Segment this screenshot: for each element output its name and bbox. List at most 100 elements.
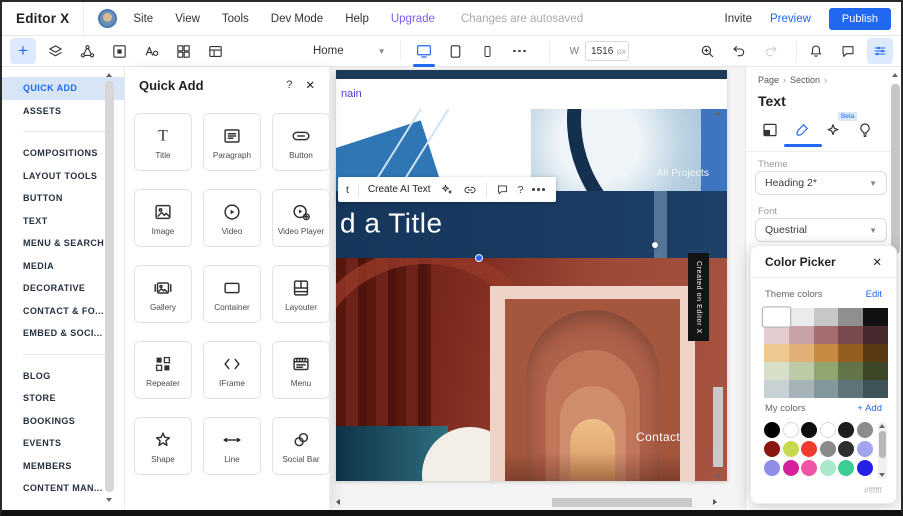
my-color-dot[interactable]: [764, 441, 780, 457]
hero-image-right[interactable]: All Projects: [531, 109, 727, 191]
scroll-up-icon[interactable]: [879, 424, 885, 428]
theme-color-swatch[interactable]: [838, 344, 864, 362]
my-colors-scrollbar[interactable]: [878, 422, 887, 479]
close-icon[interactable]: ✕: [305, 78, 315, 92]
theme-color-swatch[interactable]: [788, 344, 814, 362]
quick-add-item-gallery[interactable]: Gallery: [134, 265, 192, 323]
quick-add-item-title[interactable]: T Title: [134, 113, 192, 171]
page-selector[interactable]: Home ▼: [313, 45, 386, 57]
undo-button[interactable]: [726, 38, 752, 64]
my-color-dot[interactable]: [801, 441, 817, 457]
my-color-dot[interactable]: [838, 422, 854, 438]
theme-color-swatch[interactable]: [813, 308, 839, 326]
my-color-dot[interactable]: [838, 460, 854, 476]
theme-color-swatch[interactable]: [764, 344, 789, 362]
comment-icon[interactable]: [496, 183, 509, 196]
canvas-horizontal-scrollbar[interactable]: [336, 497, 717, 508]
created-on-editor-x-badge[interactable]: Created on Editor X: [688, 253, 709, 341]
scroll-left-icon[interactable]: [336, 499, 340, 505]
redo-button[interactable]: [758, 38, 784, 64]
theme-color-swatch[interactable]: [863, 326, 888, 344]
my-color-dot[interactable]: [782, 422, 799, 438]
zoom-button[interactable]: [694, 38, 720, 64]
quick-add-item-menu[interactable]: Menu: [272, 341, 330, 399]
quick-add-item-image[interactable]: Image: [134, 189, 192, 247]
quick-add-item-repeater[interactable]: Repeater: [134, 341, 192, 399]
scroll-down-icon[interactable]: [879, 473, 885, 477]
breakpoint-more-button[interactable]: [507, 38, 533, 64]
selection-handle[interactable]: [652, 242, 658, 248]
close-icon[interactable]: ✕: [872, 255, 882, 269]
my-color-dot[interactable]: [801, 460, 817, 476]
menu-upgrade[interactable]: Upgrade: [391, 13, 435, 25]
theme-color-swatch[interactable]: [838, 380, 864, 398]
quick-add-item-iframe[interactable]: IFrame: [203, 341, 261, 399]
breakpoint-desktop-button[interactable]: [411, 36, 437, 67]
my-color-dot[interactable]: [782, 460, 799, 476]
settings-panel-button[interactable]: [867, 38, 893, 64]
theme-color-swatch[interactable]: [838, 362, 864, 380]
quick-add-item-video-player[interactable]: Video Player: [272, 189, 330, 247]
link-icon[interactable]: [463, 183, 477, 197]
help-icon[interactable]: ?: [518, 184, 524, 196]
ai-spark-icon[interactable]: [440, 183, 454, 197]
theme-color-swatch[interactable]: [863, 362, 888, 380]
theme-color-swatch[interactable]: [788, 308, 814, 326]
arches-section[interactable]: Contact: [336, 258, 727, 481]
scroll-up-icon[interactable]: [106, 73, 112, 77]
canvas-vertical-scrollbar[interactable]: [712, 111, 724, 478]
tab-ai[interactable]: Beta: [821, 112, 858, 141]
breadcrumb-page[interactable]: Page: [758, 75, 779, 85]
my-color-dot[interactable]: [856, 441, 873, 457]
preview-button[interactable]: Preview: [770, 13, 811, 25]
scroll-up-icon[interactable]: [714, 111, 721, 115]
breakpoint-mobile-button[interactable]: [475, 36, 501, 67]
contact-link[interactable]: Contact: [636, 430, 680, 444]
theme-color-swatch[interactable]: [764, 380, 789, 398]
theme-color-swatch[interactable]: [813, 326, 839, 344]
hero-caption[interactable]: All Projects: [656, 167, 709, 179]
menu-view[interactable]: View: [175, 13, 200, 25]
menu-site[interactable]: Site: [133, 13, 153, 25]
theme-color-swatch[interactable]: [863, 380, 888, 398]
notifications-button[interactable]: [803, 38, 829, 64]
theme-color-swatch[interactable]: [813, 362, 839, 380]
menu-dev-mode[interactable]: Dev Mode: [271, 13, 323, 25]
edit-theme-colors-link[interactable]: Edit: [866, 289, 882, 300]
tab-ideas[interactable]: [853, 119, 877, 141]
arch-image[interactable]: [490, 286, 695, 481]
quick-add-item-layouter[interactable]: Layouter: [272, 265, 330, 323]
my-color-dot[interactable]: [819, 460, 836, 476]
my-color-dot[interactable]: [819, 441, 836, 457]
theme-color-swatch[interactable]: [764, 326, 789, 344]
layout-tools-button[interactable]: [202, 38, 228, 64]
add-color-link[interactable]: + Add: [857, 403, 882, 414]
domain-link[interactable]: nain: [341, 88, 362, 100]
spaces-button[interactable]: [74, 38, 100, 64]
my-color-dot[interactable]: [856, 460, 873, 476]
breadcrumb-section[interactable]: Section: [790, 75, 820, 85]
theme-color-swatch[interactable]: [788, 326, 814, 344]
user-avatar[interactable]: [98, 9, 118, 28]
my-color-dot[interactable]: [764, 422, 780, 438]
publish-button[interactable]: Publish: [828, 7, 891, 30]
create-ai-text-button[interactable]: Create AI Text: [368, 184, 431, 195]
site-preview[interactable]: nain All Projects d a Title Contact: [336, 70, 727, 481]
comments-button[interactable]: [835, 38, 861, 64]
menu-help[interactable]: Help: [345, 13, 369, 25]
font-dropdown[interactable]: Questrial ▼: [755, 218, 887, 242]
toolbar-fragment[interactable]: t: [346, 184, 349, 196]
layers-button[interactable]: [42, 38, 68, 64]
scroll-down-icon[interactable]: [714, 474, 721, 478]
scroll-down-icon[interactable]: [106, 498, 112, 502]
theme-dropdown[interactable]: Heading 2* ▼: [755, 171, 887, 195]
quick-add-item-video[interactable]: Video: [203, 189, 261, 247]
tab-design[interactable]: [790, 119, 814, 141]
my-color-dot[interactable]: [782, 441, 799, 457]
more-icon[interactable]: [532, 188, 545, 191]
scroll-right-icon[interactable]: [713, 499, 717, 505]
menu-tools[interactable]: Tools: [222, 13, 249, 25]
quick-add-item-paragraph[interactable]: Paragraph: [203, 113, 261, 171]
my-color-dot[interactable]: [856, 422, 873, 438]
invite-button[interactable]: Invite: [725, 13, 753, 25]
